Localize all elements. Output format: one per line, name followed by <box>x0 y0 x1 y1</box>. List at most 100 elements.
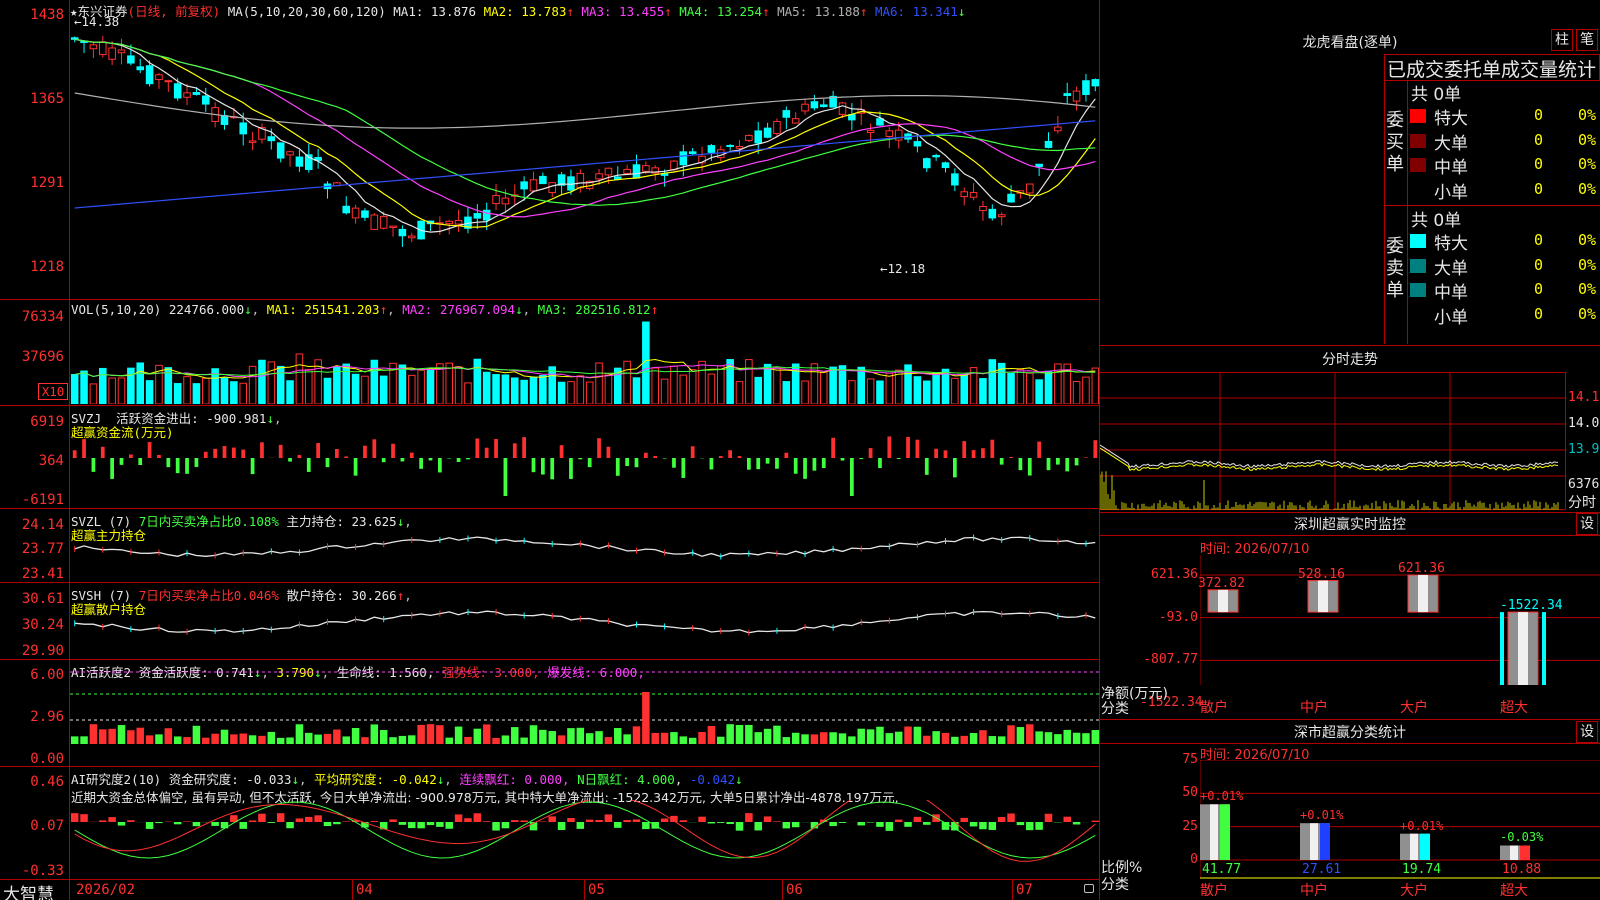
volume-bar <box>782 381 791 404</box>
buy-percent: 0% <box>1578 130 1597 149</box>
candle-body <box>117 49 126 54</box>
svsh-chart[interactable] <box>70 600 1100 658</box>
ai-research-bar <box>773 821 781 822</box>
sell-total: 共 0单 <box>1411 211 1462 231</box>
column-view-button[interactable]: 柱 <box>1551 29 1573 51</box>
kline-mode[interactable]: (日线, 前复权) <box>128 4 221 19</box>
volume-bar <box>623 360 631 404</box>
svzj-bar <box>456 458 461 462</box>
ai-research-bar <box>595 820 603 822</box>
candle-body <box>155 74 163 81</box>
volume-bar <box>848 380 856 404</box>
vol-params: VOL(5,10,20) <box>71 302 162 317</box>
ai-research-bar <box>211 822 219 826</box>
lock-icon[interactable] <box>1084 884 1094 893</box>
ai-research-bar <box>979 822 987 830</box>
candle-body <box>1035 163 1043 168</box>
candle-body <box>838 102 847 115</box>
ai-research-chart[interactable] <box>70 800 1100 878</box>
candle-body <box>745 134 753 141</box>
volume-bar <box>333 366 341 404</box>
svzj-bar <box>1093 440 1098 458</box>
sz-stats-settings-button[interactable]: 设 <box>1576 721 1598 743</box>
intraday-y-14.15: 14.15 <box>1568 390 1600 405</box>
volume-bar <box>829 366 837 404</box>
volume-bar <box>679 374 688 404</box>
candle-body <box>351 207 360 219</box>
candle-body <box>1025 183 1034 194</box>
tick-view-button[interactable]: 笔 <box>1576 29 1598 51</box>
intraday-top-line <box>1100 345 1600 346</box>
ai-research-bar <box>904 822 912 827</box>
svzl-chart[interactable] <box>70 525 1100 581</box>
svzj-bar <box>194 458 199 467</box>
svzj-chart[interactable] <box>70 430 1100 506</box>
ai-active-bar <box>398 735 407 744</box>
ai-research-bar <box>726 822 734 825</box>
ma-legend-2: MA2: 13.783 <box>476 4 567 19</box>
buy-name: 特大 <box>1434 109 1468 129</box>
ai-research-bar <box>511 820 519 822</box>
svzj-bar <box>868 448 873 458</box>
ai-active-y-2.96: 2.96 <box>30 709 64 725</box>
ai-active-bar <box>173 736 182 744</box>
svzl-y-23.77: 23.77 <box>21 541 64 557</box>
ai-research-bar <box>876 822 884 827</box>
ai-active-bar <box>876 726 884 744</box>
volume-bar <box>89 383 98 404</box>
ai-active-bar <box>529 725 538 744</box>
intraday-y-14.02: 14.02 <box>1568 416 1600 431</box>
sell-name: 大单 <box>1434 258 1468 279</box>
volume-bar <box>108 377 116 404</box>
intraday-chart[interactable] <box>1100 372 1566 510</box>
kline-chart[interactable] <box>70 18 1100 298</box>
candle-body <box>941 162 950 169</box>
intraday-price-line <box>1100 444 1559 469</box>
buy-row-2: 大单 0 0% <box>1408 129 1600 154</box>
ma-params: MA(5,10,20,30,60,120) <box>227 4 386 19</box>
ai-research-bar <box>333 822 341 825</box>
vol-unit-badge[interactable]: X10 <box>38 383 68 400</box>
svzj-bar <box>981 448 985 458</box>
date-tick-04 <box>352 880 353 900</box>
ai-active-bar <box>1016 727 1025 744</box>
volume-chart[interactable] <box>70 316 1100 404</box>
svzj-bar <box>316 443 321 458</box>
svzj-bar <box>1055 458 1060 465</box>
svzj-bar <box>756 458 761 470</box>
ai-active-chart[interactable] <box>70 662 1100 766</box>
candle-body <box>239 122 248 135</box>
ai-active-bar <box>117 725 126 744</box>
kline-y-1438: 1438 <box>30 7 64 23</box>
ai-research-bar <box>183 821 191 822</box>
svzj-bar <box>775 458 779 469</box>
ai-active-bar <box>838 733 847 744</box>
ai-research-bar <box>267 822 276 823</box>
vol-value: 224766.000 <box>168 302 245 317</box>
ai-active-bar <box>220 729 229 744</box>
divider-vol <box>0 405 1100 406</box>
vol-ma2: MA2: 276967.094 <box>402 302 516 317</box>
volume-bar <box>576 375 585 404</box>
volume-bar <box>632 377 641 404</box>
svzj-bar <box>185 458 189 474</box>
ai-active-bar <box>127 730 135 744</box>
sz-monitor-cat-4: 超大 <box>1500 700 1528 716</box>
candle-body <box>997 214 1006 218</box>
svzj-bar <box>213 448 218 458</box>
volume-bar <box>651 367 660 404</box>
sz-monitor-settings-button[interactable]: 设 <box>1576 513 1598 535</box>
ma-line-2 <box>74 38 1096 228</box>
ai-active-bar <box>1091 730 1100 744</box>
volume-bar <box>548 366 557 404</box>
svzj-bar <box>353 458 358 476</box>
ai-active-bar <box>417 724 425 744</box>
svzj-bar <box>297 455 302 458</box>
ai-active-bar <box>80 736 88 744</box>
intraday-vol-label: 6376 <box>1568 477 1600 492</box>
svsh-y-30.61: 30.61 <box>21 591 64 607</box>
ai-research-bar <box>1026 822 1034 831</box>
sz-monitor-value-4: -1522.34 <box>1500 598 1563 614</box>
volume-bar <box>351 373 360 404</box>
svzj-bar <box>812 458 817 471</box>
